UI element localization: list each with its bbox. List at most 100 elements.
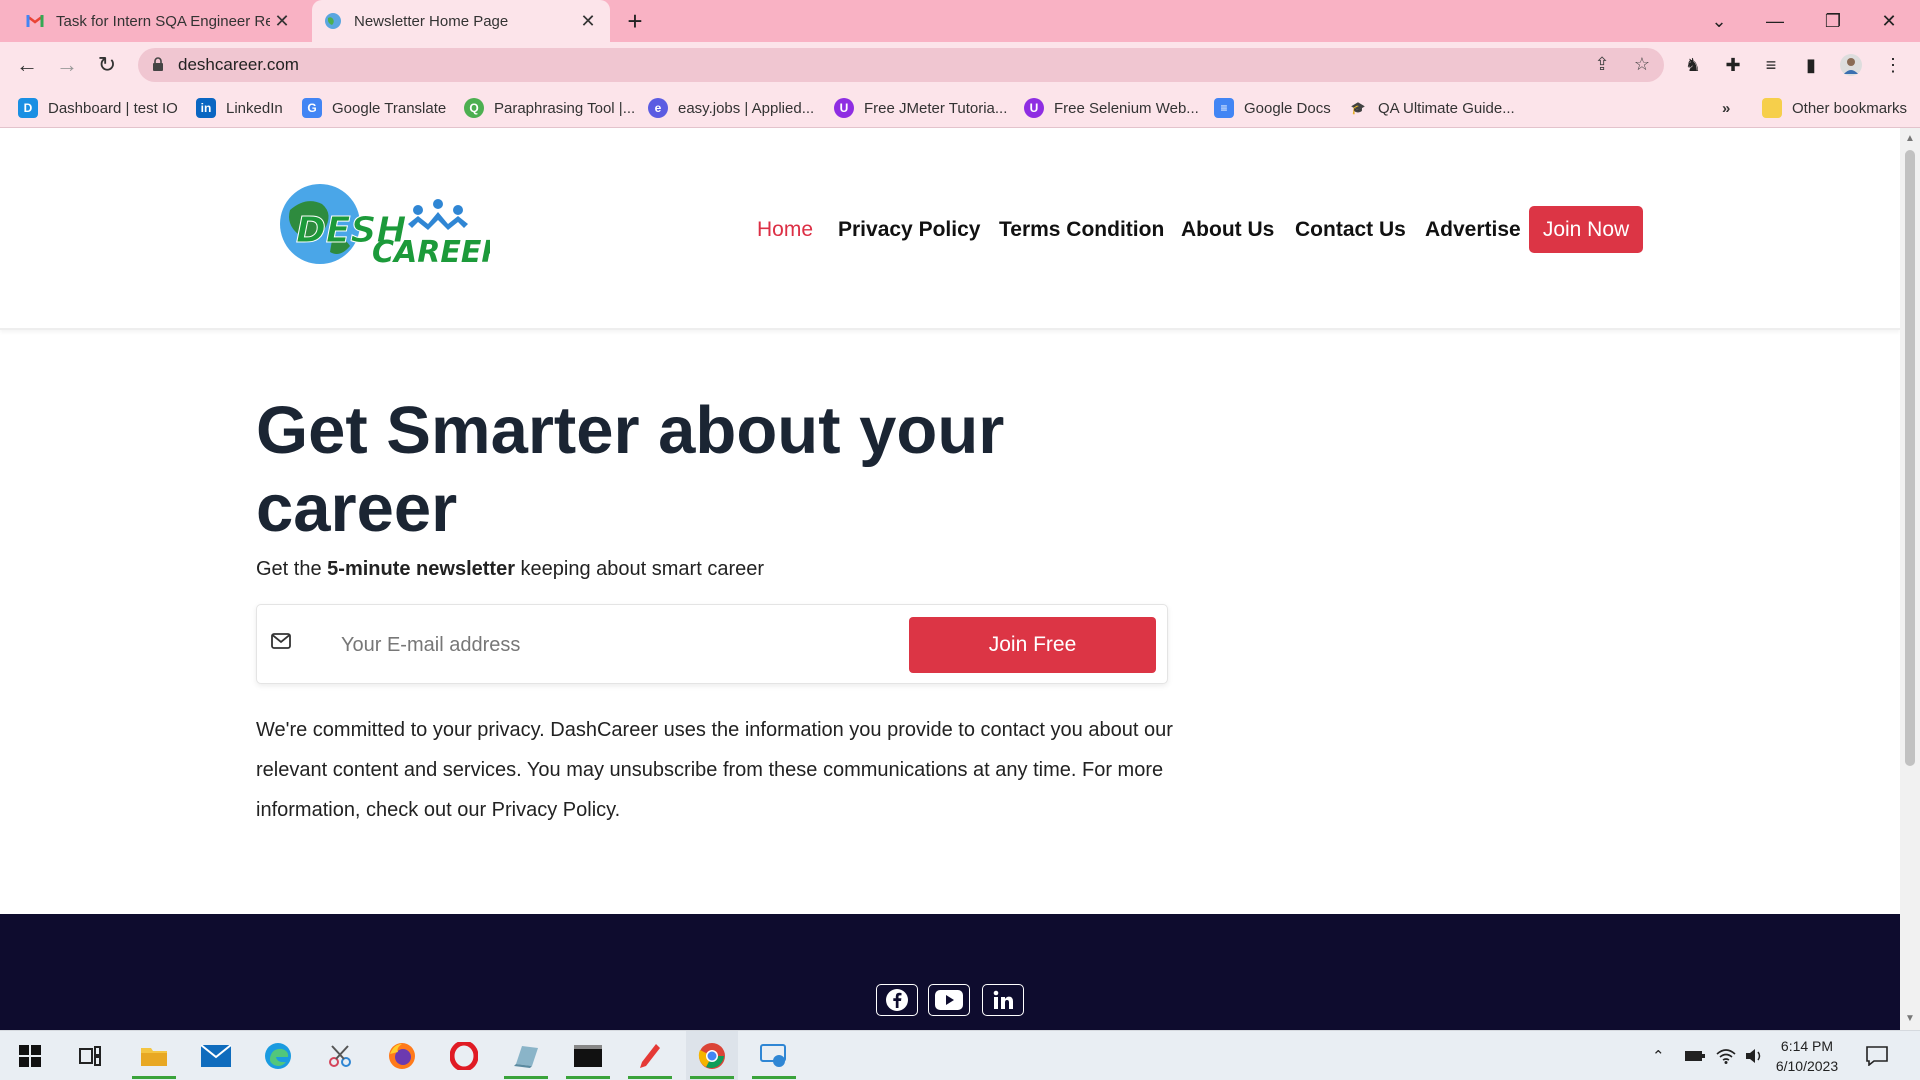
- nav-contact-us[interactable]: Contact Us: [1295, 218, 1406, 242]
- battery-icon[interactable]: [1684, 1031, 1706, 1080]
- extension-icon[interactable]: ♞: [1678, 50, 1708, 80]
- file-explorer-icon[interactable]: [128, 1031, 180, 1080]
- tray-overflow-icon[interactable]: ⌃: [1652, 1031, 1665, 1080]
- bookmark-item[interactable]: ≡ Google Docs: [1214, 88, 1331, 128]
- facebook-icon[interactable]: [876, 984, 918, 1016]
- tab-search-icon[interactable]: ⌄: [1692, 0, 1746, 42]
- app-icon[interactable]: [500, 1031, 552, 1080]
- reload-button[interactable]: ↻: [92, 50, 122, 80]
- bookmark-item[interactable]: G Google Translate: [302, 88, 446, 128]
- easyjobs-icon: e: [648, 98, 668, 118]
- forward-button[interactable]: →: [52, 50, 82, 80]
- clock-time: 6:14 PM: [1780, 1038, 1834, 1054]
- windows-taskbar: ⌃ 6:14 PM 6/10/2023: [0, 1030, 1920, 1080]
- nav-privacy-policy[interactable]: Privacy Policy: [838, 218, 980, 242]
- notification-icon[interactable]: [1866, 1031, 1888, 1080]
- wifi-icon[interactable]: [1716, 1031, 1736, 1080]
- bookmark-item[interactable]: in LinkedIn: [196, 88, 283, 128]
- system-clock[interactable]: 6:14 PM 6/10/2023: [1762, 1036, 1852, 1076]
- hat-icon: 🎓: [1350, 101, 1366, 115]
- lock-icon: [152, 56, 164, 74]
- media-control-icon[interactable]: ≡: [1756, 50, 1786, 80]
- bookmark-item[interactable]: U Free JMeter Tutoria...: [834, 88, 1007, 128]
- back-button[interactable]: ←: [12, 50, 42, 80]
- page-scrollbar[interactable]: ▲ ▼: [1900, 128, 1920, 1030]
- site-logo[interactable]: DESH CAREER: [278, 180, 504, 270]
- running-indicator: [752, 1076, 796, 1079]
- web-page: DESH CAREER Home Privacy Policy Terms Co…: [0, 128, 1900, 1030]
- linkedin-icon[interactable]: [982, 984, 1024, 1016]
- new-tab-button[interactable]: +: [620, 6, 650, 36]
- bookmark-item[interactable]: e easy.jobs | Applied...: [648, 88, 814, 128]
- youtube-icon[interactable]: [928, 984, 970, 1016]
- running-indicator: [628, 1076, 672, 1079]
- translate-icon: G: [302, 98, 322, 118]
- bookmark-item[interactable]: 🎓 QA Ultimate Guide...: [1348, 88, 1515, 128]
- nav-terms-condition[interactable]: Terms Condition: [999, 218, 1164, 242]
- pen-app-icon[interactable]: [624, 1031, 676, 1080]
- volume-icon[interactable]: [1744, 1031, 1764, 1080]
- opera-icon[interactable]: [438, 1031, 490, 1080]
- newsletter-signup-form: Join Free: [256, 604, 1168, 684]
- tab-gmail[interactable]: Task for Intern SQA Engineer Rec ✕: [14, 0, 304, 42]
- more-bookmarks-button[interactable]: »: [1722, 88, 1730, 128]
- share-icon[interactable]: ⇪: [1588, 50, 1616, 78]
- bookmark-item[interactable]: D Dashboard | test IO: [18, 88, 178, 128]
- menu-icon[interactable]: ⋮: [1878, 50, 1908, 80]
- snipping-tool-icon[interactable]: [314, 1031, 366, 1080]
- testio-icon: D: [18, 98, 38, 118]
- puzzle-icon[interactable]: ✚: [1718, 50, 1748, 80]
- bookmark-label: easy.jobs | Applied...: [678, 99, 815, 117]
- start-button[interactable]: [4, 1031, 56, 1080]
- other-bookmarks[interactable]: Other bookmarks: [1762, 88, 1907, 128]
- bookmark-item[interactable]: U Free Selenium Web...: [1024, 88, 1199, 128]
- bookmark-star-icon[interactable]: ☆: [1628, 50, 1656, 78]
- clock-date: 6/10/2023: [1775, 1058, 1839, 1074]
- subtitle-text: Get the: [256, 558, 328, 580]
- site-header: DESH CAREER Home Privacy Policy Terms Co…: [0, 128, 1900, 330]
- minimize-button[interactable]: ―: [1748, 0, 1802, 42]
- bookmark-label: QA Ultimate Guide...: [1378, 99, 1515, 117]
- profile-avatar[interactable]: [1836, 50, 1866, 80]
- email-input[interactable]: [341, 621, 841, 669]
- close-tab-icon[interactable]: ✕: [270, 11, 294, 32]
- firefox-icon[interactable]: [376, 1031, 428, 1080]
- join-free-button[interactable]: Join Free: [909, 617, 1156, 673]
- terminal-icon[interactable]: [562, 1031, 614, 1080]
- site-footer: [0, 914, 1900, 1030]
- tab-newsletter[interactable]: Newsletter Home Page ✕: [312, 0, 610, 42]
- hero-title: Get Smarter about your career: [256, 393, 1005, 546]
- nav-advertise[interactable]: Advertise: [1425, 218, 1521, 242]
- scrollbar-thumb[interactable]: [1905, 150, 1915, 766]
- scroll-up-icon[interactable]: ▲: [1900, 130, 1920, 148]
- chrome-icon[interactable]: [686, 1031, 738, 1080]
- side-panel-icon[interactable]: ▮: [1796, 50, 1826, 80]
- join-now-button[interactable]: Join Now: [1529, 206, 1643, 253]
- bookmark-label: LinkedIn: [226, 99, 283, 117]
- mail-icon[interactable]: [190, 1031, 242, 1080]
- svg-text:CAREER: CAREER: [372, 235, 490, 270]
- running-indicator: [132, 1076, 176, 1079]
- task-view-icon[interactable]: [64, 1031, 116, 1080]
- close-window-button[interactable]: ✕: [1862, 0, 1916, 42]
- remote-app-icon[interactable]: [748, 1031, 800, 1080]
- restore-button[interactable]: ❐: [1806, 0, 1860, 42]
- bookmark-label: Other bookmarks: [1792, 99, 1908, 117]
- close-tab-icon[interactable]: ✕: [576, 11, 600, 32]
- privacy-notice: We're committed to your privacy. DashCar…: [256, 719, 1173, 821]
- scroll-down-icon[interactable]: ▼: [1900, 1010, 1920, 1028]
- bookmark-label: Google Docs: [1244, 99, 1331, 117]
- browser-toolbar: ← → ↻ deshcareer.com ⇪ ☆ ♞ ✚ ≡ ▮ ⋮: [0, 42, 1920, 88]
- running-indicator: [566, 1076, 610, 1079]
- hero-subtitle: Get the 5-minute newsletter keeping abou…: [256, 558, 764, 581]
- globe-icon: [324, 12, 342, 30]
- address-bar[interactable]: deshcareer.com: [138, 48, 1664, 82]
- bookmark-item[interactable]: Q Paraphrasing Tool |...: [464, 88, 635, 128]
- nav-about-us[interactable]: About Us: [1181, 218, 1274, 242]
- tab-title: Newsletter Home Page: [354, 12, 509, 30]
- subtitle-bold: 5-minute newsletter: [327, 558, 515, 580]
- edge-icon[interactable]: [252, 1031, 304, 1080]
- nav-home[interactable]: Home: [757, 218, 813, 242]
- subtitle-text: keeping about smart career: [514, 558, 765, 580]
- docs-icon: ≡: [1214, 98, 1234, 118]
